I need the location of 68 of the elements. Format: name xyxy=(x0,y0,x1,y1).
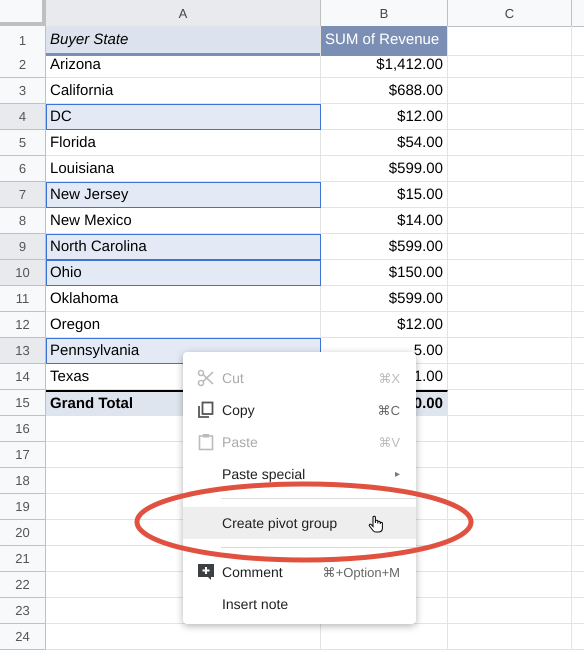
table-cell: DC xyxy=(46,104,321,130)
row-header[interactable]: 14 xyxy=(0,364,46,390)
row-header[interactable]: 3 xyxy=(0,78,46,104)
row-header[interactable]: 7 xyxy=(0,182,46,208)
scissors-icon xyxy=(197,369,215,387)
row-header[interactable]: 5 xyxy=(0,130,46,156)
row-header[interactable]: 16 xyxy=(0,416,46,442)
table-cell: $15.00 xyxy=(321,182,448,208)
menu-item-label: Comment xyxy=(222,564,283,580)
table-cell: $12.00 xyxy=(321,104,448,130)
row-header[interactable]: 9 xyxy=(0,234,46,260)
hand-cursor-icon xyxy=(368,515,384,533)
row-header[interactable]: 11 xyxy=(0,286,46,312)
menu-item-label: Paste special xyxy=(222,466,306,482)
row-header[interactable]: 8 xyxy=(0,208,46,234)
shortcut-text: ⌘V xyxy=(378,434,400,450)
table-cell: $1,412.00 xyxy=(321,52,448,78)
shortcut-text: ⌘X xyxy=(378,370,400,386)
table-cell: $54.00 xyxy=(321,130,448,156)
row-header[interactable]: 18 xyxy=(0,468,46,494)
clipboard-icon xyxy=(197,433,215,451)
row-header[interactable]: 13 xyxy=(0,338,46,364)
row-header[interactable]: 24 xyxy=(0,624,46,650)
table-cell: Buyer State xyxy=(46,26,321,56)
table-cell: $150.00 xyxy=(321,260,448,286)
shortcut-text: ⌘C xyxy=(378,402,400,418)
table-cell: Oklahoma xyxy=(46,286,321,312)
row-header[interactable]: 12 xyxy=(0,312,46,338)
copy-icon xyxy=(197,401,215,419)
table-cell: $599.00 xyxy=(321,156,448,182)
select-all-corner[interactable] xyxy=(0,0,46,26)
row-header[interactable]: 15 xyxy=(0,390,46,416)
table-cell: SUM of Revenue xyxy=(321,26,448,56)
table-cell: $14.00 xyxy=(321,208,448,234)
column-header[interactable]: A xyxy=(46,0,321,27)
table-cell: $599.00 xyxy=(321,286,448,312)
row-header[interactable]: 4 xyxy=(0,104,46,130)
table-cell: North Carolina xyxy=(46,234,321,260)
row-header[interactable]: 2 xyxy=(0,52,46,78)
menu-item[interactable]: Insert note xyxy=(183,588,416,620)
table-cell: $688.00 xyxy=(321,78,448,104)
row-header[interactable]: 19 xyxy=(0,494,46,520)
table-cell: New Jersey xyxy=(46,182,321,208)
row-header[interactable]: 23 xyxy=(0,598,46,624)
menu-item-label: Paste xyxy=(222,434,258,450)
table-cell: Florida xyxy=(46,130,321,156)
menu-item[interactable]: Create pivot group xyxy=(183,507,416,539)
table-cell: Ohio xyxy=(46,260,321,286)
table-cell: $599.00 xyxy=(321,234,448,260)
menu-item-label: Insert note xyxy=(222,596,288,612)
menu-item-label: Cut xyxy=(222,370,244,386)
row-header[interactable]: 10 xyxy=(0,260,46,286)
comment-icon xyxy=(197,563,215,581)
menu-item[interactable]: Comment ⌘+Option+M xyxy=(183,556,416,588)
column-header[interactable]: B xyxy=(321,0,448,27)
menu-item-label: Copy xyxy=(222,402,255,418)
menu-item-label: Create pivot group xyxy=(222,515,338,531)
row-header[interactable]: 22 xyxy=(0,572,46,598)
column-header[interactable]: C xyxy=(448,0,572,27)
submenu-arrow: ▸ xyxy=(395,468,400,480)
row-header[interactable]: 21 xyxy=(0,546,46,572)
row-header[interactable]: 6 xyxy=(0,156,46,182)
table-cell: $12.00 xyxy=(321,312,448,338)
shortcut-text: ⌘+Option+M xyxy=(322,564,400,580)
row-header[interactable]: 17 xyxy=(0,442,46,468)
table-cell: Arizona xyxy=(46,52,321,78)
row-header[interactable]: 20 xyxy=(0,520,46,546)
menu-item[interactable]: Paste special ▸ xyxy=(183,458,416,490)
